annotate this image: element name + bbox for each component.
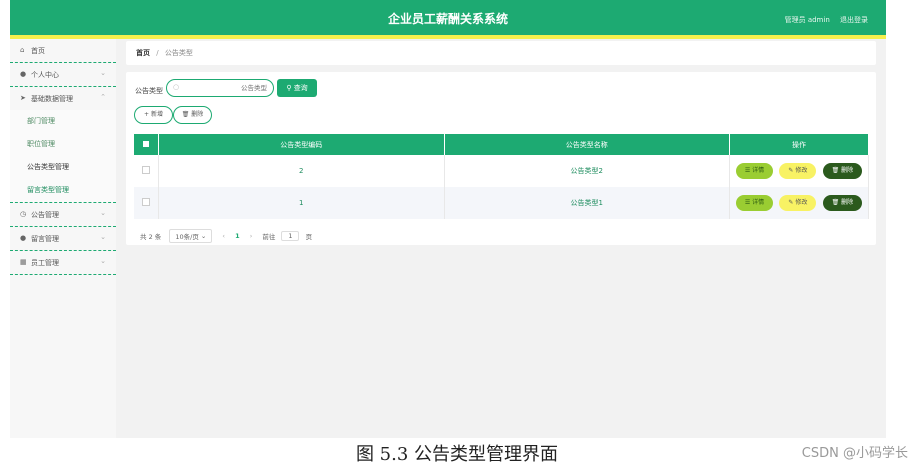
user-icon: ● (20, 234, 27, 242)
detail-label: 详情 (752, 167, 765, 174)
search-input[interactable] (181, 81, 269, 95)
row-select-cell (134, 155, 159, 187)
select-all-header (134, 134, 159, 155)
sidebar-item-label: 个人中心 (31, 71, 59, 79)
search-icon: ⚲ (286, 84, 292, 92)
delete-label: 删除 (841, 199, 854, 206)
sidebar-item-message[interactable]: ● 留言管理 ⌄ (10, 227, 116, 251)
logout-link[interactable]: 退出登录 (840, 16, 868, 24)
current-page-number[interactable]: 1 (235, 232, 240, 240)
sidebar-item-basic-data[interactable]: ➤ 基础数据管理 ⌃ (10, 87, 116, 110)
sidebar-item-label: 基础数据管理 (31, 95, 73, 103)
home-icon: ⌂ (20, 46, 25, 54)
sidebar-item-label: 员工管理 (31, 259, 59, 267)
table-row: 1 公告类型1 ☰ 详情 ✎ 修改 🗑 删除 (134, 187, 869, 219)
sidebar-item-label: 公告管理 (31, 211, 59, 219)
submenu-basic-data: 部门管理 职位管理 公告类型管理 留言类型管理 (10, 110, 116, 203)
pagination-total: 共 2 条 (140, 233, 162, 241)
app-window: 企业员工薪酬关系系统 管理员 admin 退出登录 ⌂ 首页 ● 个人中心 ⌄ … (10, 0, 886, 438)
search-icon: ○ (173, 83, 180, 91)
breadcrumb-separator: / (156, 49, 159, 57)
detail-label: 详情 (752, 199, 765, 206)
sidebar-subitem-message-type[interactable]: 留言类型管理 (10, 179, 116, 203)
edit-button[interactable]: ✎ 修改 (779, 195, 817, 211)
search-field[interactable]: ○ (166, 79, 274, 97)
chevron-down-icon: ⌄ (100, 233, 106, 241)
page-suffix: 页 (305, 233, 313, 241)
goto-label: 前往 (262, 233, 276, 241)
clock-icon: ◷ (20, 210, 27, 218)
breadcrumb-home[interactable]: 首页 (136, 49, 150, 57)
plus-icon: + (144, 111, 150, 118)
edit-label: 修改 (795, 167, 808, 174)
sidebar-item-label: 首页 (31, 47, 45, 55)
sidebar-item-notice[interactable]: ◷ 公告管理 ⌄ (10, 203, 116, 227)
top-right-user-area: 管理员 admin 退出登录 (777, 15, 868, 25)
cell-code: 1 (158, 187, 445, 219)
cell-name: 公告类型2 (444, 155, 730, 187)
detail-button[interactable]: ☰ 详情 (735, 163, 774, 179)
send-icon: ➤ (20, 94, 26, 102)
row-checkbox[interactable] (142, 198, 150, 206)
row-select-cell (134, 187, 159, 219)
sidebar-item-personal-center[interactable]: ● 个人中心 ⌄ (10, 63, 116, 87)
sidebar-subitem-notice-type[interactable]: 公告类型管理 (10, 156, 116, 179)
watermark: CSDN @小码学长 (801, 446, 908, 461)
delete-button[interactable]: 🗑 删除 (822, 163, 863, 179)
sidebar-item-label: 留言管理 (31, 235, 59, 243)
next-page-icon[interactable]: › (250, 232, 253, 240)
trash-icon: 🗑 (181, 111, 190, 118)
cell-actions: ☰ 详情 ✎ 修改 🗑 删除 (729, 155, 869, 187)
cell-name: 公告类型1 (444, 187, 730, 219)
user-icon: ● (20, 70, 27, 78)
page-size-select[interactable]: 10条/页 ⌄ (169, 229, 213, 243)
chevron-down-icon: ⌄ (100, 69, 106, 77)
table-icon: ▦ (20, 258, 27, 266)
batch-delete-button[interactable]: 🗑 删除 (173, 106, 212, 124)
edit-button[interactable]: ✎ 修改 (779, 163, 817, 179)
notice-type-table: 公告类型编码 公告类型名称 操作 2 公告类型2 ☰ 详情 ✎ 修改 🗑 删除 (134, 134, 869, 219)
breadcrumb-current: 公告类型 (164, 49, 193, 57)
content-panel: 公告类型 ○ ⚲ 查询 + 新增 🗑 删除 公告类型编码 (126, 72, 876, 245)
add-button[interactable]: + 新增 (134, 106, 173, 124)
sidebar-item-home[interactable]: ⌂ 首页 (10, 39, 116, 63)
chevron-down-icon: ⌄ (100, 209, 106, 217)
delete-button-label: 删除 (191, 111, 204, 118)
search-label: 公告类型 (135, 87, 163, 95)
app-title: 企业员工薪酬关系系统 (387, 12, 508, 26)
add-button-label: 新增 (150, 111, 163, 118)
main-content: 首页 / 公告类型 公告类型 ○ ⚲ 查询 + 新增 🗑 删除 (126, 41, 876, 245)
goto-page-input[interactable]: 1 (281, 231, 300, 241)
prev-page-icon[interactable]: ‹ (222, 232, 225, 240)
delete-button[interactable]: 🗑 删除 (822, 195, 863, 211)
chevron-up-icon: ⌃ (100, 93, 106, 101)
column-header-name: 公告类型名称 (444, 134, 730, 155)
column-header-actions: 操作 (729, 134, 869, 155)
sidebar: ⌂ 首页 ● 个人中心 ⌄ ➤ 基础数据管理 ⌃ 部门管理 职位管理 公告类型管… (10, 39, 116, 438)
sidebar-subitem-department[interactable]: 部门管理 (10, 110, 116, 133)
sidebar-subitem-position[interactable]: 职位管理 (10, 133, 116, 156)
admin-user-label: 管理员 admin (784, 16, 830, 24)
search-button[interactable]: ⚲ 查询 (277, 79, 317, 97)
detail-button[interactable]: ☰ 详情 (735, 195, 774, 211)
cell-actions: ☰ 详情 ✎ 修改 🗑 删除 (729, 187, 869, 219)
pagination: 共 2 条 10条/页 ⌄ ‹ 1 › 前往 1 页 (140, 229, 312, 243)
chevron-down-icon: ⌄ (100, 257, 106, 265)
delete-label: 删除 (841, 167, 854, 174)
select-all-checkbox[interactable] (143, 140, 149, 147)
breadcrumb: 首页 / 公告类型 (126, 41, 876, 65)
sidebar-item-employee[interactable]: ▦ 员工管理 ⌄ (10, 251, 116, 275)
figure-caption: 图 5.3 公告类型管理界面 (355, 444, 559, 465)
row-checkbox[interactable] (142, 166, 150, 174)
cell-code: 2 (158, 155, 445, 187)
edit-label: 修改 (795, 199, 808, 206)
page-size-value: 10条/页 (175, 233, 199, 241)
table-header-row: 公告类型编码 公告类型名称 操作 (134, 134, 869, 155)
column-header-code: 公告类型编码 (158, 134, 445, 155)
top-bar: 企业员工薪酬关系系统 管理员 admin 退出登录 (10, 0, 886, 39)
table-row: 2 公告类型2 ☰ 详情 ✎ 修改 🗑 删除 (134, 155, 869, 187)
search-button-label: 查询 (293, 84, 308, 92)
